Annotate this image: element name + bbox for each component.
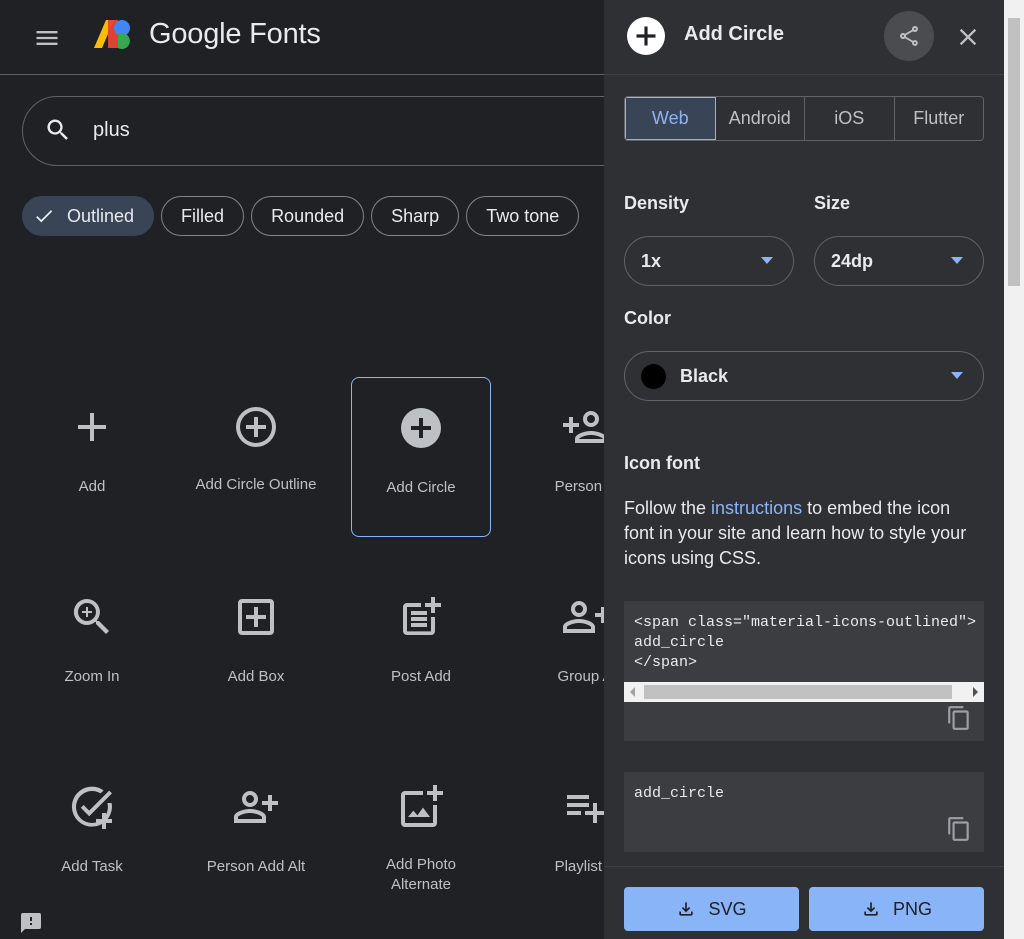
download-png-button[interactable]: PNG — [809, 887, 984, 931]
brand-title[interactable]: Google Fonts — [149, 18, 321, 51]
icon-tile-label: Person Add Alt — [206, 858, 306, 875]
tab-android[interactable]: Android — [716, 97, 805, 140]
add-circle-outline-icon — [236, 407, 276, 447]
scrollbar-thumb[interactable] — [1008, 18, 1020, 286]
panel-title: Add Circle — [684, 23, 785, 45]
ligature-code-block: add_circle — [624, 772, 984, 852]
chip-label: Filled — [181, 205, 225, 226]
copy-icon[interactable] — [946, 816, 972, 842]
scroll-left-icon[interactable] — [630, 687, 635, 697]
copy-icon[interactable] — [946, 705, 972, 731]
chip-label: Two tone — [486, 205, 560, 226]
top-bar: Google Fonts — [0, 0, 604, 75]
search-input[interactable] — [93, 114, 593, 146]
share-icon — [900, 26, 918, 46]
icon-tile-add[interactable]: Add — [22, 377, 162, 537]
search-icon — [47, 119, 68, 140]
download-icon — [864, 902, 878, 916]
add-photo-alternate-icon — [401, 785, 443, 827]
person-add-icon — [563, 411, 607, 443]
google-fonts-logo-icon[interactable] — [94, 18, 132, 50]
scroll-right-icon[interactable] — [973, 687, 978, 697]
chevron-down-icon — [761, 257, 773, 264]
chip-rounded[interactable]: Rounded — [251, 196, 365, 236]
icon-tile-label: Add — [78, 478, 106, 495]
add-circle-icon — [627, 17, 665, 55]
size-label: Size — [814, 193, 851, 213]
download-svg-button[interactable]: SVG — [624, 887, 799, 931]
share-button[interactable] — [884, 11, 934, 61]
platform-tabs: Web Android iOS Flutter — [624, 96, 984, 141]
download-bar: SVG PNG — [604, 866, 1004, 939]
menu-icon[interactable] — [33, 24, 61, 52]
chip-outlined[interactable]: Outlined — [22, 196, 155, 236]
tab-web[interactable]: Web — [625, 97, 716, 140]
tab-ios[interactable]: iOS — [805, 97, 895, 140]
chevron-down-icon — [951, 257, 963, 264]
icon-tile-label: Add Circle Outline — [195, 476, 317, 493]
feedback-icon[interactable] — [18, 911, 44, 935]
color-swatch — [641, 364, 666, 389]
icon-tile-zoom-in[interactable]: Zoom In — [22, 567, 162, 727]
icon-tile-person-add-alt[interactable]: Person Add Alt — [186, 757, 326, 917]
icon-tile-label: Add Photo Alternate — [385, 856, 457, 893]
icon-tile-label: Add Task — [61, 858, 123, 875]
person-add-alt-icon — [234, 791, 278, 823]
color-value: Black — [680, 366, 729, 386]
icon-tile-label: Add Box — [227, 668, 285, 685]
page-vertical-scrollbar[interactable] — [1004, 0, 1024, 939]
playlist-add-icon — [567, 795, 605, 823]
chip-label: Sharp — [391, 205, 440, 226]
chip-label: Rounded — [271, 205, 345, 226]
icon-tile-post-add[interactable]: Post Add — [351, 567, 491, 727]
tab-flutter[interactable]: Flutter — [895, 97, 984, 140]
scrollbar-thumb[interactable] — [644, 685, 952, 699]
add-icon — [78, 413, 106, 441]
color-label: Color — [624, 308, 671, 328]
density-select[interactable]: 1x — [624, 236, 794, 286]
embed-code-block: <span class="material-icons-outlined"> a… — [624, 601, 984, 741]
embed-code[interactable]: <span class="material-icons-outlined"> a… — [634, 613, 976, 673]
icon-tile-add-circle[interactable]: Add Circle — [351, 377, 491, 537]
group-add-icon — [563, 601, 609, 633]
chip-filled[interactable]: Filled — [161, 196, 245, 236]
icon-tile-add-photo-alternate[interactable]: Add Photo Alternate — [351, 757, 491, 917]
add-task-icon — [71, 786, 112, 829]
icon-tile-add-task[interactable]: Add Task — [22, 757, 162, 917]
close-icon[interactable] — [954, 23, 982, 51]
add-box-icon — [238, 599, 274, 635]
size-select[interactable]: 24dp — [814, 236, 984, 286]
add-circle-icon — [401, 408, 441, 448]
code-horizontal-scrollbar[interactable] — [624, 682, 984, 702]
chevron-down-icon — [951, 372, 963, 379]
icon-tile-add-circle-outline[interactable]: Add Circle Outline — [186, 377, 326, 537]
download-png-label: PNG — [892, 898, 932, 919]
color-select[interactable]: Black — [624, 351, 984, 401]
style-filter-chips: Outlined Filled Rounded Sharp Two tone — [22, 196, 586, 236]
density-value: 1x — [641, 251, 662, 271]
chip-sharp[interactable]: Sharp — [371, 196, 460, 236]
check-icon — [36, 210, 53, 223]
chip-two-tone[interactable]: Two tone — [466, 196, 580, 236]
download-icon — [679, 902, 694, 916]
icon-font-description: Follow the instructions to embed the ico… — [624, 496, 984, 571]
icon-tile-label: Post Add — [390, 668, 452, 685]
instructions-link[interactable]: instructions — [711, 498, 802, 518]
post-add-icon — [403, 597, 441, 635]
icon-font-title: Icon font — [624, 453, 700, 473]
panel-header: Add Circle — [604, 0, 1004, 75]
icon-detail-panel: Add Circle Web Android iOS Flutter Densi… — [604, 0, 1004, 939]
download-svg-label: SVG — [708, 898, 747, 919]
icon-tile-add-box[interactable]: Add Box — [186, 567, 326, 727]
ligature-code[interactable]: add_circle — [634, 784, 724, 804]
zoom-in-icon — [73, 599, 109, 634]
icon-tile-label: Add Circle — [386, 479, 456, 496]
size-value: 24dp — [831, 251, 874, 271]
icon-tile-label: Zoom In — [64, 668, 120, 685]
density-label: Density — [624, 193, 690, 213]
description-text: Follow the — [624, 498, 712, 518]
chip-label: Outlined — [67, 205, 135, 226]
